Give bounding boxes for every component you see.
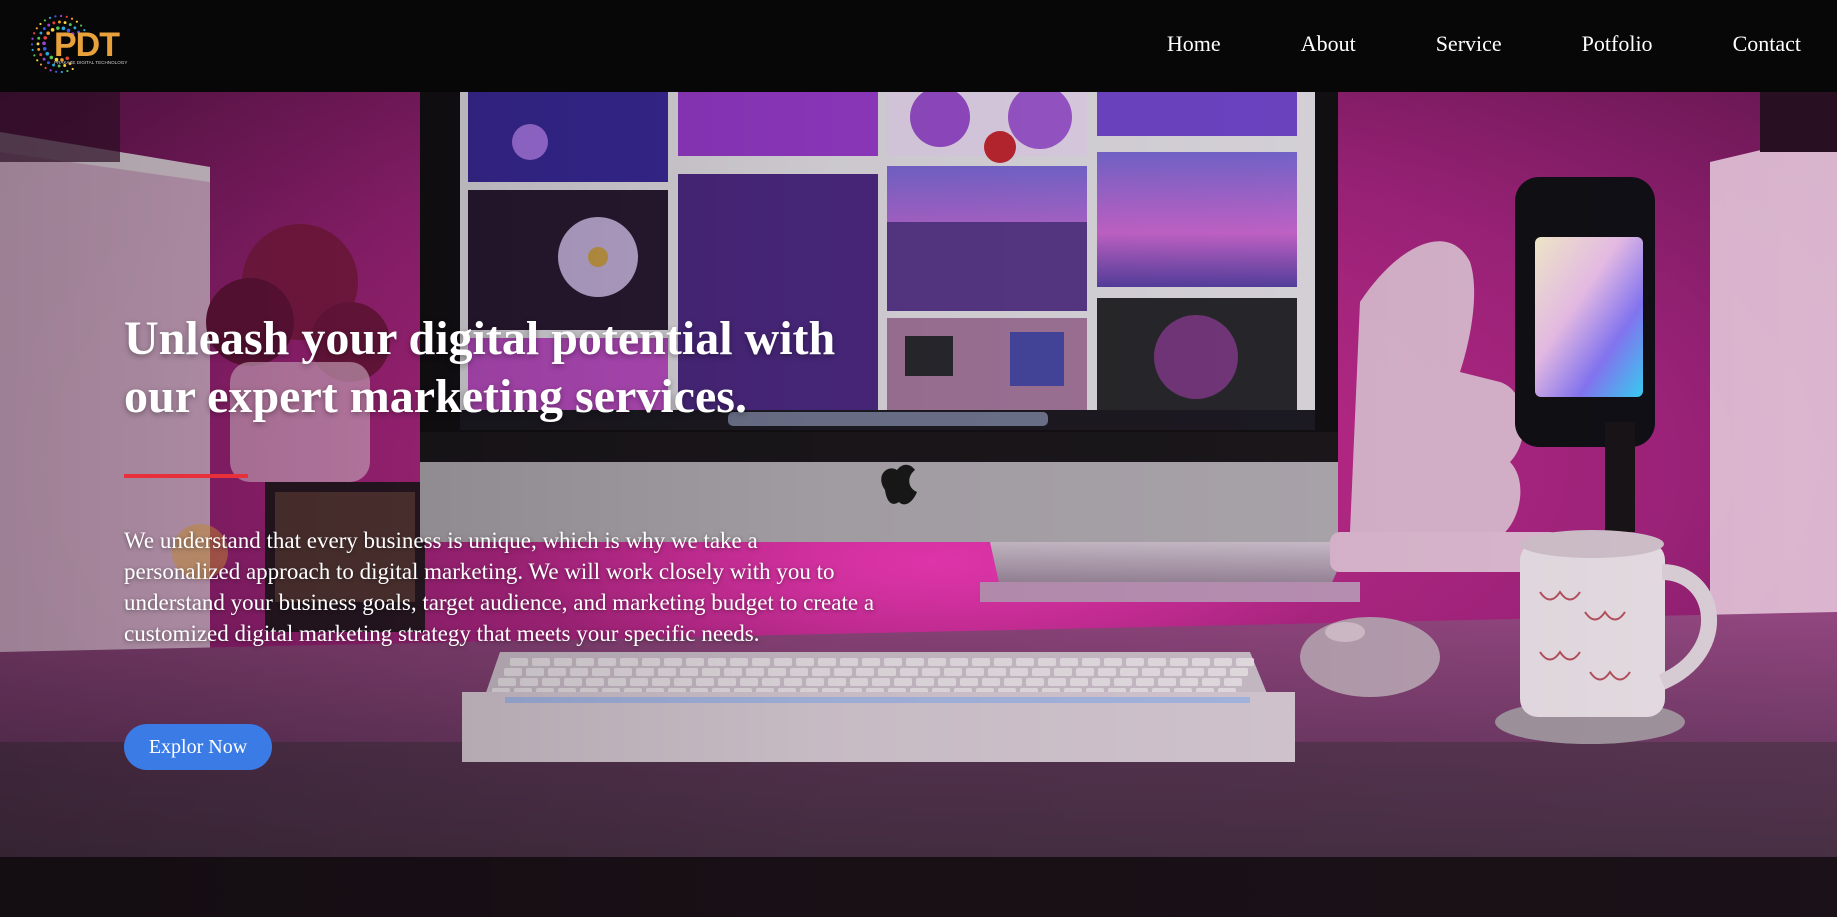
- main-nav: Home About Service Potfolio Contact: [1087, 29, 1801, 59]
- dotted-circle-logo-icon: PDT PRAKAZE DIGITAL TECHNOLOGY: [30, 14, 127, 74]
- hero-content: Unleash your digital potential with our …: [124, 92, 904, 917]
- nav-about[interactable]: About: [1301, 29, 1356, 59]
- explore-now-button[interactable]: Explor Now: [124, 724, 272, 770]
- logo[interactable]: PDT PRAKAZE DIGITAL TECHNOLOGY: [26, 4, 146, 86]
- hero-section: Unleash your digital potential with our …: [0, 92, 1837, 917]
- title-accent-divider: [124, 474, 248, 478]
- nav-contact[interactable]: Contact: [1733, 29, 1801, 59]
- site-header: PDT PRAKAZE DIGITAL TECHNOLOGY Home Abou…: [0, 0, 1837, 92]
- nav-service[interactable]: Service: [1436, 29, 1502, 59]
- hero-title: Unleash your digital potential with our …: [124, 312, 836, 423]
- nav-portfolio[interactable]: Potfolio: [1582, 29, 1653, 59]
- logo-subtext: PRAKAZE DIGITAL TECHNOLOGY: [54, 60, 127, 65]
- logo-text: PDT: [54, 26, 120, 64]
- hero-description: We understand that every business is uni…: [124, 528, 875, 646]
- nav-home[interactable]: Home: [1167, 29, 1221, 59]
